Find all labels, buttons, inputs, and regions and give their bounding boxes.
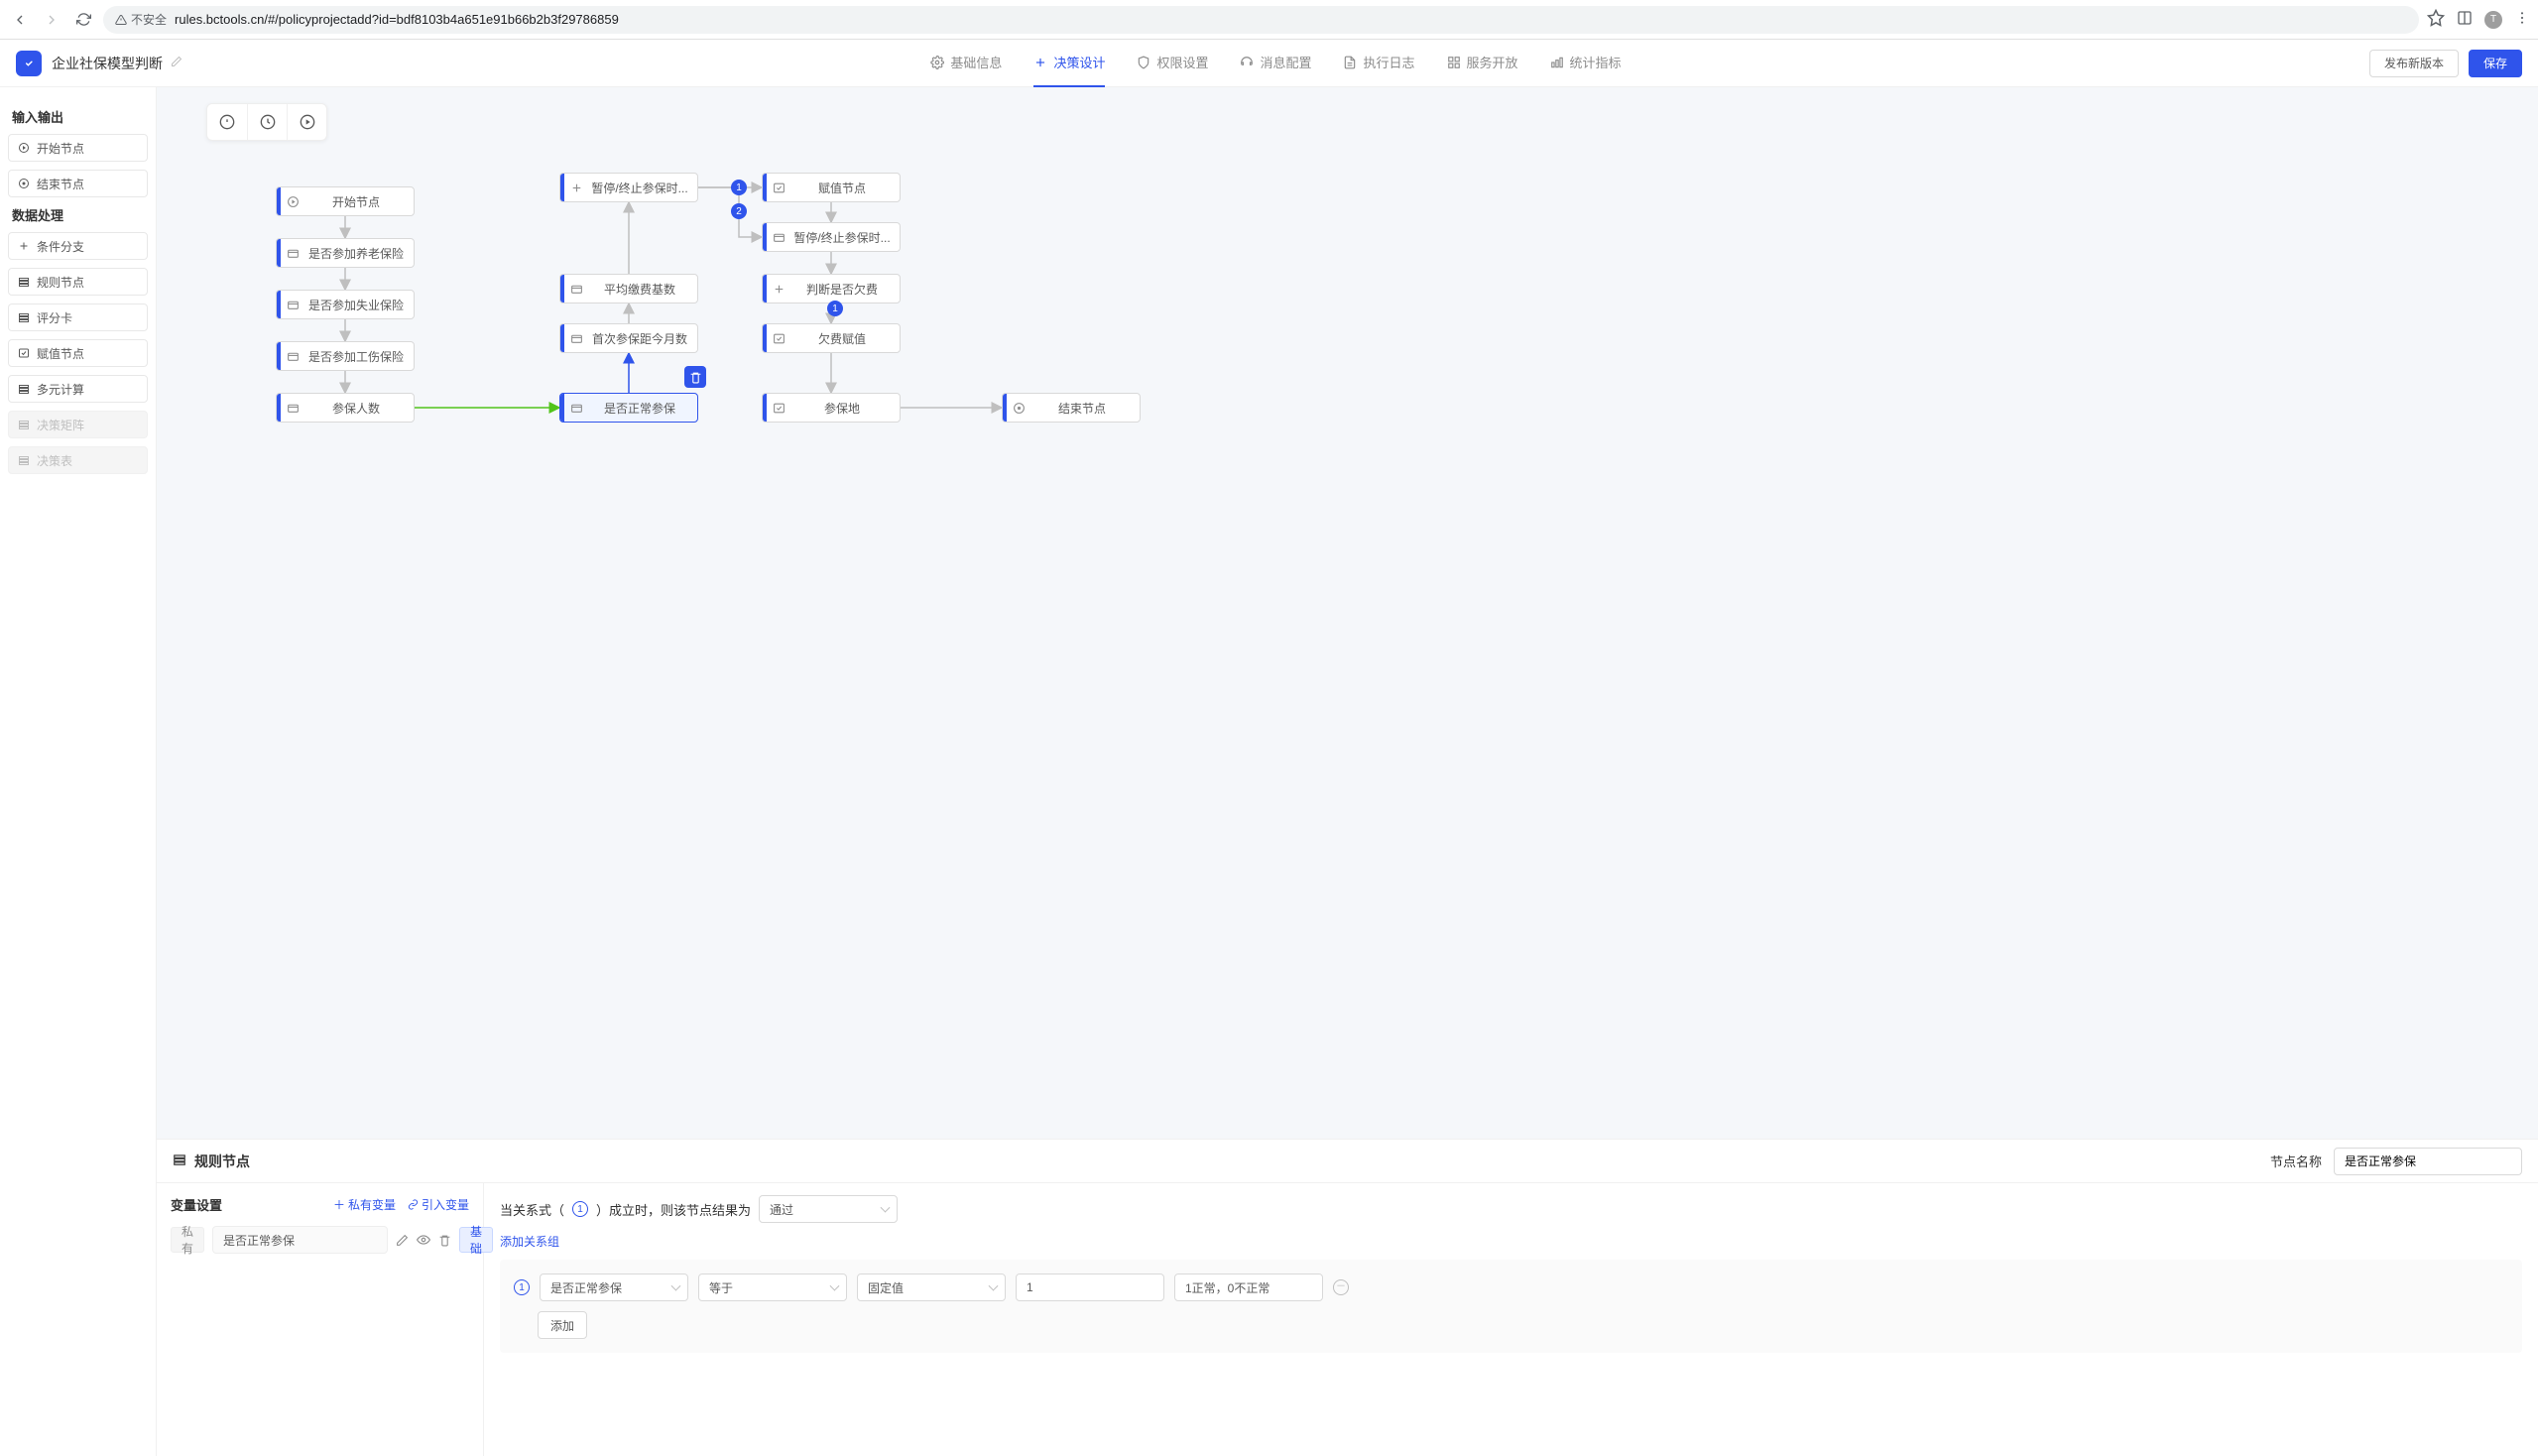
sidebar-item-0-1[interactable]: 结束节点 (8, 170, 148, 197)
edge-badge-1: 2 (731, 203, 747, 219)
tag-private: 私有 (171, 1227, 204, 1253)
flow-canvas[interactable]: 开始节点是否参加养老保险是否参加失业保险是否参加工伤保险参保人数 是否正常参保首次… (157, 87, 2538, 1139)
variable-panel: 变量设置 ＋私有变量 引入变量 私有 基础 (157, 1183, 484, 1456)
node-name-label: 节点名称 (2270, 1152, 2322, 1170)
var-edit-icon[interactable] (396, 1232, 409, 1248)
canvas-toolbar (206, 103, 327, 141)
sidebar-item-1-4[interactable]: 多元计算 (8, 375, 148, 403)
top-tab-3[interactable]: 消息配置 (1240, 40, 1311, 87)
sidebar-item-1-1[interactable]: 规则节点 (8, 268, 148, 296)
edge-badge-0: 1 (731, 180, 747, 195)
flow-node-n_zccb[interactable]: 是否正常参保 (559, 393, 698, 423)
node-detail-panel: 规则节点 节点名称 变量设置 ＋私有变量 引入变量 私有 (157, 1139, 2538, 1456)
node-name-input[interactable] (2334, 1148, 2522, 1175)
flow-node-n_ztcb2[interactable]: 暂停/终止参保时... (762, 222, 901, 252)
sidebar: 输入输出开始节点结束节点数据处理条件分支规则节点评分卡赋值节点多元计算决策矩阵决… (0, 87, 157, 1456)
nav-reload-button[interactable] (71, 8, 95, 32)
result-select[interactable]: 通过 (759, 1195, 898, 1223)
nav-forward-button[interactable] (40, 8, 63, 32)
top-tab-6[interactable]: 统计指标 (1550, 40, 1622, 87)
flow-node-n_sybx[interactable]: 是否参加失业保险 (276, 290, 415, 319)
sidebar-group-title: 输入输出 (12, 107, 144, 126)
app-header: 企业社保模型判断 基础信息决策设计权限设置消息配置执行日志服务开放统计指标 发布… (0, 40, 2538, 87)
toolbar-play-icon[interactable] (287, 104, 326, 140)
app-logo (16, 51, 42, 76)
sidebar-item-1-3[interactable]: 赋值节点 (8, 339, 148, 367)
insecure-badge: 不安全 (115, 11, 167, 28)
expr-badge: 1 (572, 1201, 588, 1217)
add-private-var-link[interactable]: ＋私有变量 (333, 1196, 396, 1213)
add-relation-group-link[interactable]: 添加关系组 (500, 1233, 559, 1250)
nav-back-button[interactable] (8, 8, 32, 32)
toolbar-history-icon[interactable] (247, 104, 287, 140)
cond-value-type-select[interactable]: 固定值 (857, 1274, 1006, 1301)
top-tab-2[interactable]: 权限设置 (1137, 40, 1208, 87)
sidebar-item-1-0[interactable]: 条件分支 (8, 232, 148, 260)
save-button[interactable]: 保存 (2469, 50, 2522, 77)
flow-node-n_pjjs[interactable]: 平均缴费基数 (559, 274, 698, 303)
sidebar-item-1-6: 决策表 (8, 446, 148, 474)
cond-hint-input[interactable] (1174, 1274, 1323, 1301)
top-tab-1[interactable]: 决策设计 (1033, 40, 1105, 87)
sidebar-item-1-5: 决策矩阵 (8, 411, 148, 438)
cond-value-input[interactable] (1016, 1274, 1164, 1301)
add-condition-button[interactable]: 添加 (538, 1311, 587, 1339)
var-eye-icon[interactable] (417, 1232, 430, 1248)
sidebar-group-title: 数据处理 (12, 205, 144, 224)
cond-remove-button[interactable]: － (1333, 1279, 1349, 1295)
toolbar-info-icon[interactable] (207, 104, 247, 140)
condition-panel: 当关系式（ 1 ）成立时，则该节点结果为 通过 添加关系组 1 是否正常参保 等… (484, 1183, 2538, 1456)
sidebar-item-0-0[interactable]: 开始节点 (8, 134, 148, 162)
top-tab-0[interactable]: 基础信息 (930, 40, 1002, 87)
flow-node-n_cbd[interactable]: 参保地 (762, 393, 901, 423)
kebab-icon[interactable] (2514, 10, 2530, 29)
browser-chrome: 不安全 rules.bctools.cn/#/policyprojectadd?… (0, 0, 2538, 40)
node-delete-button[interactable] (684, 366, 706, 388)
top-tab-4[interactable]: 执行日志 (1343, 40, 1414, 87)
edit-title-icon[interactable] (171, 56, 182, 70)
panel-title-icon (173, 1153, 186, 1169)
import-var-link[interactable]: 引入变量 (408, 1196, 469, 1213)
var-delete-icon[interactable] (438, 1232, 451, 1248)
flow-node-n_qf[interactable]: 判断是否欠费 (762, 274, 901, 303)
app-title: 企业社保模型判断 (52, 54, 163, 73)
flow-node-n_end[interactable]: 结束节点 (1002, 393, 1141, 423)
flow-node-n_qffz[interactable]: 欠费赋值 (762, 323, 901, 353)
expr-mid: ）成立时，则该节点结果为 (596, 1200, 751, 1219)
flow-node-n_cbrs[interactable]: 参保人数 (276, 393, 415, 423)
flow-node-n_gsbx[interactable]: 是否参加工伤保险 (276, 341, 415, 371)
panel-title: 规则节点 (194, 1152, 250, 1171)
address-bar[interactable]: 不安全 rules.bctools.cn/#/policyprojectadd?… (103, 6, 2419, 34)
cond-field-select[interactable]: 是否正常参保 (540, 1274, 688, 1301)
insecure-label: 不安全 (131, 11, 167, 28)
cond-op-select[interactable]: 等于 (698, 1274, 847, 1301)
flow-node-n_fz[interactable]: 赋值节点 (762, 173, 901, 202)
profile-avatar[interactable]: T (2484, 11, 2502, 29)
expr-prefix: 当关系式（ (500, 1200, 564, 1219)
panel-icon[interactable] (2457, 10, 2473, 29)
cond-index: 1 (514, 1279, 530, 1295)
variable-title: 变量设置 (171, 1195, 321, 1214)
flow-node-n_ztcb[interactable]: 暂停/终止参保时... (559, 173, 698, 202)
edge-badge-2: 1 (827, 301, 843, 316)
flow-node-n_scyf[interactable]: 首次参保距今月数 (559, 323, 698, 353)
publish-button[interactable]: 发布新版本 (2369, 50, 2459, 77)
sidebar-item-1-2[interactable]: 评分卡 (8, 303, 148, 331)
star-icon[interactable] (2427, 9, 2445, 30)
url-text: rules.bctools.cn/#/policyprojectadd?id=b… (175, 12, 619, 27)
var-name-input[interactable] (212, 1226, 388, 1254)
top-tab-5[interactable]: 服务开放 (1447, 40, 1518, 87)
flow-edges (157, 87, 2538, 1139)
flow-node-n_start[interactable]: 开始节点 (276, 186, 415, 216)
flow-node-n_ylbx[interactable]: 是否参加养老保险 (276, 238, 415, 268)
